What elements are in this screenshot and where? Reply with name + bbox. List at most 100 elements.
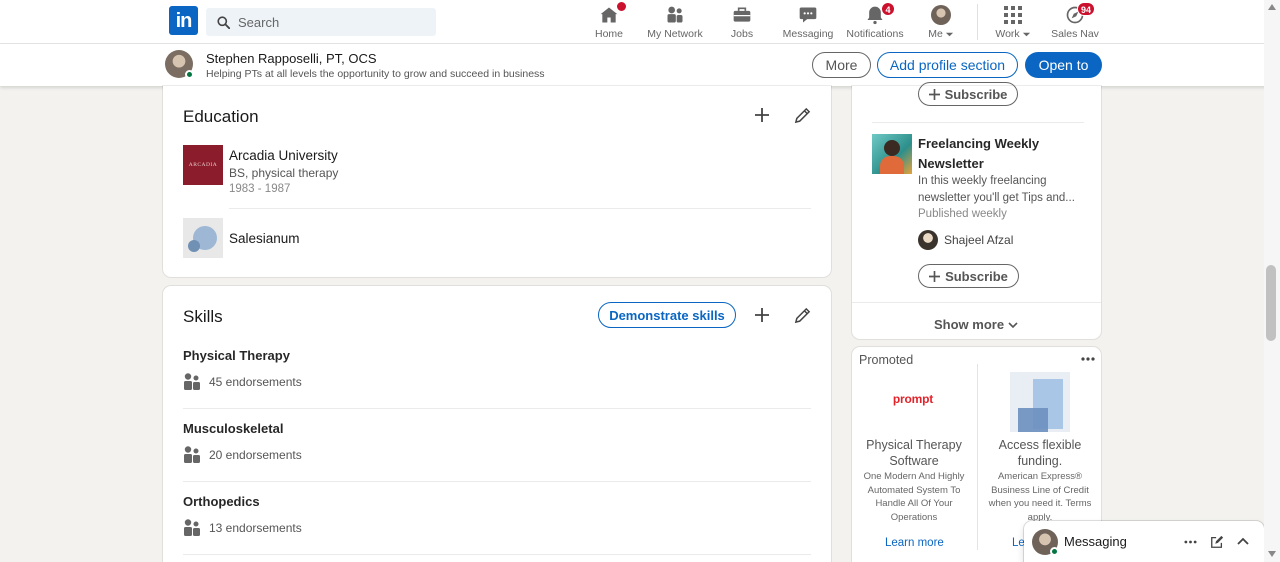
education-dates: 1983 - 1987 (229, 183, 291, 195)
plus-icon (755, 108, 769, 122)
school-name[interactable]: Salesianum (229, 231, 300, 246)
author-name[interactable]: Shajeel Afzal (944, 232, 1013, 249)
nav-sales-nav[interactable]: 94 Sales Nav (1040, 2, 1110, 40)
ad-description: One Modern And Highly Automated System T… (863, 471, 965, 523)
add-education-button[interactable] (751, 104, 773, 126)
newsletter-description: In this weekly freelancing newsletter yo… (918, 175, 1075, 204)
subscribe-button[interactable]: Subscribe (918, 264, 1019, 288)
nav-work-label: Work (995, 28, 1020, 40)
add-profile-section-button[interactable]: Add profile section (877, 52, 1018, 78)
learn-more-link[interactable]: Le (1012, 537, 1025, 549)
profile-name: Stephen Rapposelli, PT, OCS (206, 51, 377, 66)
ad-shape-dark (1018, 408, 1048, 432)
demonstrate-skills-button[interactable]: Demonstrate skills (598, 302, 736, 328)
plus-icon (928, 88, 940, 100)
nav-work[interactable]: Work (978, 4, 1048, 40)
promoted-label: Promoted (859, 353, 914, 367)
skills-section: Skills Demonstrate skills Physical Thera… (163, 286, 831, 562)
nav-messaging[interactable]: Messaging (773, 4, 843, 40)
ellipsis-icon (1183, 540, 1197, 544)
nav-notifications[interactable]: 4 Notifications (840, 2, 910, 40)
people-icon (184, 446, 200, 463)
skills-heading: Skills (183, 307, 223, 326)
nav-work-label-wrap: Work (995, 28, 1030, 40)
nav-me-label-wrap: Me (928, 28, 954, 40)
school-name[interactable]: Arcadia University (229, 148, 338, 163)
skill-name[interactable]: Physical Therapy (183, 348, 290, 363)
author-silhouette-body (880, 156, 904, 174)
compose-message-button[interactable] (1206, 531, 1228, 553)
scroll-down-arrow-icon[interactable] (1268, 551, 1276, 557)
ad-headline[interactable]: Access flexible funding. (986, 437, 1094, 469)
school-placeholder-logo[interactable] (183, 218, 223, 258)
messaging-options-button[interactable] (1179, 531, 1201, 553)
scroll-up-arrow-icon[interactable] (1268, 4, 1276, 10)
people-icon (184, 373, 200, 390)
briefcase-icon (730, 4, 754, 26)
add-skill-button[interactable] (751, 304, 773, 326)
nav-messaging-label: Messaging (782, 28, 834, 40)
ad-options-button[interactable] (1077, 348, 1099, 370)
author-avatar[interactable] (918, 230, 938, 250)
avatar (931, 5, 951, 25)
people-icon (663, 4, 687, 26)
subscribe-button[interactable]: Subscribe (918, 82, 1018, 106)
caret-down-icon (1022, 32, 1030, 36)
messaging-overlay[interactable]: Messaging (1024, 521, 1264, 562)
nav-home[interactable]: Home (574, 1, 644, 40)
me-avatar-wrap (929, 4, 953, 26)
newsletter-title[interactable]: Freelancing Weekly Newsletter (918, 134, 1078, 174)
profile-headline: Helping PTs at all levels the opportunit… (206, 68, 545, 80)
edit-education-button[interactable] (791, 104, 813, 126)
learn-more-link[interactable]: Learn more (885, 537, 944, 549)
chevron-up-icon (1237, 537, 1249, 545)
amex-ad-image[interactable] (1010, 372, 1070, 432)
newsletter-thumbnail[interactable] (872, 134, 912, 174)
home-notification-dot (616, 1, 627, 12)
nav-my-network[interactable]: My Network (640, 4, 710, 40)
endorsement-count: 13 endorsements (209, 520, 302, 535)
edit-skills-button[interactable] (791, 304, 813, 326)
prompt-logo[interactable]: prompt (877, 369, 949, 429)
compass-icon: 94 (1063, 2, 1095, 26)
pencil-icon (794, 307, 810, 323)
arcadia-logo-text: ARCADIA (188, 162, 218, 168)
skill-endorsements[interactable]: 45 endorsements (183, 373, 302, 390)
scrollbar-thumb[interactable] (1266, 265, 1276, 341)
home-icon (597, 1, 627, 26)
profile-sticky-header: Stephen Rapposelli, PT, OCS Helping PTs … (0, 44, 1280, 86)
subscribe-label: Subscribe (944, 86, 1008, 102)
nav-me[interactable]: Me (906, 4, 976, 40)
nav-sales-nav-label: Sales Nav (1051, 28, 1099, 40)
linkedin-logo[interactable]: in (169, 6, 198, 35)
education-section: Education ARCADIA Arcadia University BS,… (163, 86, 831, 277)
arcadia-logo[interactable]: ARCADIA (183, 145, 223, 185)
skill-endorsements[interactable]: 13 endorsements (183, 519, 302, 536)
ad-description: American Express® Business Line of Credi… (988, 471, 1092, 523)
chevron-down-icon (1008, 321, 1018, 328)
degree: BS, physical therapy (229, 166, 339, 180)
nav-jobs[interactable]: Jobs (707, 4, 777, 40)
online-status-dot (185, 70, 194, 79)
notifications-badge: 4 (881, 2, 895, 16)
global-nav: in Search Home My Network Jobs Messaging… (0, 0, 1280, 44)
show-more-button[interactable]: Show more (934, 317, 1018, 332)
more-button[interactable]: More (812, 52, 871, 78)
prompt-logo-text: prompt (892, 392, 934, 406)
skill-name[interactable]: Musculoskeletal (183, 421, 283, 436)
bell-icon: 4 (863, 2, 895, 26)
ad-headline[interactable]: Physical Therapy Software (856, 437, 972, 469)
author-silhouette (884, 140, 900, 156)
endorsement-count: 45 endorsements (209, 374, 302, 389)
open-to-button[interactable]: Open to (1025, 52, 1102, 78)
divider (183, 554, 811, 555)
grid-icon (1001, 4, 1025, 26)
expand-messaging-button[interactable] (1232, 531, 1254, 553)
show-more-label: Show more (934, 317, 1005, 332)
nav-jobs-label: Jobs (730, 28, 754, 40)
compose-icon (1211, 535, 1224, 548)
skill-name[interactable]: Orthopedics (183, 494, 260, 509)
skill-endorsements[interactable]: 20 endorsements (183, 446, 302, 463)
newsletter-suggestions: Subscribe Freelancing Weekly Newsletter … (852, 82, 1101, 339)
search-input[interactable]: Search (206, 8, 436, 36)
